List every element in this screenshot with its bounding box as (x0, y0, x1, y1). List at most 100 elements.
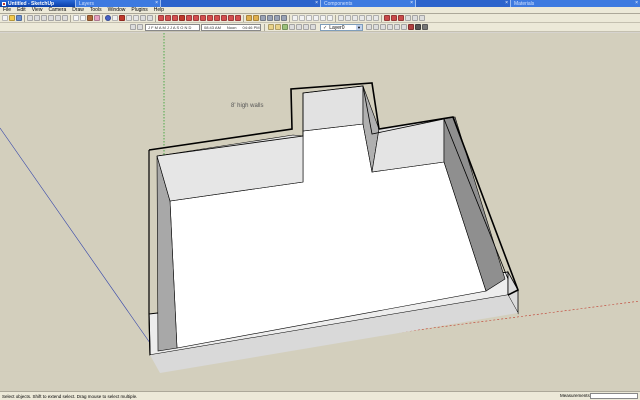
section-cut-icon[interactable] (398, 15, 404, 21)
zoom-window-icon[interactable] (267, 15, 273, 21)
shadow-date-slider[interactable]: J F M A M J J A S O N D (145, 24, 200, 31)
add-location-icon[interactable] (289, 24, 295, 30)
erase-icon[interactable] (48, 15, 54, 21)
tab-layers[interactable]: Layers × (75, 0, 160, 7)
menu-file[interactable]: File (0, 7, 14, 13)
close-icon[interactable]: × (155, 0, 158, 6)
top-view-icon[interactable] (299, 15, 305, 21)
menu-window[interactable]: Window (105, 7, 129, 13)
xray-icon[interactable] (338, 15, 344, 21)
redo-icon[interactable] (62, 15, 68, 21)
eraser-icon[interactable] (94, 15, 100, 21)
chevron-down-icon[interactable]: ▼ (356, 25, 362, 30)
follow-me-icon[interactable] (179, 15, 185, 21)
paste-icon[interactable] (41, 15, 47, 21)
freehand-icon[interactable] (147, 15, 153, 21)
shadow-settings-icon[interactable] (137, 24, 143, 30)
styles-icon[interactable] (415, 24, 421, 30)
paint-bucket-icon[interactable] (87, 15, 93, 21)
position-camera-icon[interactable] (419, 15, 425, 21)
open-folder-icon[interactable] (9, 15, 15, 21)
make-component-icon[interactable] (80, 15, 86, 21)
line-pencil-icon[interactable] (119, 15, 125, 21)
layer-dropdown[interactable]: ✓ Layer0 ▼ (320, 24, 363, 31)
save-icon[interactable] (16, 15, 22, 21)
menu-plugins[interactable]: Plugins (128, 7, 150, 13)
previous-view-icon[interactable] (274, 15, 280, 21)
menu-draw[interactable]: Draw (69, 7, 87, 13)
pan-icon[interactable] (253, 15, 259, 21)
zoom-extents-icon[interactable] (281, 15, 287, 21)
close-icon[interactable]: × (635, 0, 638, 6)
scale-icon[interactable] (186, 15, 192, 21)
measurements-input[interactable] (590, 393, 638, 399)
section-display-icon[interactable] (391, 15, 397, 21)
orbit-icon[interactable] (105, 15, 111, 21)
hidden-line-icon[interactable] (352, 15, 358, 21)
entity-info-icon[interactable] (380, 24, 386, 30)
sandbox-icon[interactable] (408, 24, 414, 30)
new-file-icon[interactable] (2, 15, 8, 21)
cut-icon[interactable] (27, 15, 33, 21)
tab-blank[interactable]: × (160, 0, 320, 7)
3d-text-icon[interactable] (235, 15, 241, 21)
rectangle-icon[interactable] (112, 15, 118, 21)
select-arrow-icon[interactable] (73, 15, 79, 21)
close-icon[interactable]: × (410, 0, 413, 6)
undo-icon[interactable] (55, 15, 61, 21)
layer-manager-icon[interactable] (366, 24, 372, 30)
tab-components[interactable]: Components × (320, 0, 415, 7)
wireframe-icon[interactable] (345, 15, 351, 21)
zoom-icon[interactable] (260, 15, 266, 21)
menu-view[interactable]: View (29, 7, 46, 13)
google-earth-icon[interactable] (282, 24, 288, 30)
wall-height-note[interactable]: 8' high walls (231, 103, 264, 109)
look-around-icon[interactable] (412, 15, 418, 21)
tab-blank-2[interactable]: × (415, 0, 510, 7)
soften-edges-icon[interactable] (387, 24, 393, 30)
rotate-icon[interactable] (172, 15, 178, 21)
menu-help[interactable]: Help (151, 7, 167, 13)
fog-icon[interactable] (394, 24, 400, 30)
menu-edit[interactable]: Edit (14, 7, 29, 13)
get-models-icon[interactable] (268, 24, 274, 30)
scenes-icon[interactable] (422, 24, 428, 30)
menu-tools[interactable]: Tools (87, 7, 105, 13)
front-view-icon[interactable] (306, 15, 312, 21)
iso-view-icon[interactable] (292, 15, 298, 21)
orbit-tool-icon[interactable] (246, 15, 252, 21)
shadows-toggle-icon[interactable] (130, 24, 136, 30)
modeling-viewport[interactable]: 8' high walls (0, 33, 640, 391)
close-icon[interactable]: × (505, 0, 508, 6)
text-icon[interactable] (221, 15, 227, 21)
arc-icon[interactable] (133, 15, 139, 21)
offset-icon[interactable] (193, 15, 199, 21)
copy-icon[interactable] (34, 15, 40, 21)
tab-materials[interactable]: Materials × (510, 0, 640, 7)
toggle-terrain-icon[interactable] (296, 24, 302, 30)
back-view-icon[interactable] (320, 15, 326, 21)
shaded-textures-icon[interactable] (366, 15, 372, 21)
dimension-icon[interactable] (207, 15, 213, 21)
push-pull-icon[interactable] (165, 15, 171, 21)
right-view-icon[interactable] (313, 15, 319, 21)
walk-icon[interactable] (405, 15, 411, 21)
layers-manager-icon[interactable] (310, 24, 316, 30)
share-model-icon[interactable] (275, 24, 281, 30)
protractor-icon[interactable] (214, 15, 220, 21)
axes-icon[interactable] (228, 15, 234, 21)
left-view-icon[interactable] (327, 15, 333, 21)
shaded-icon[interactable] (359, 15, 365, 21)
shadow-time-slider[interactable]: 08:43 AM Noon 04:46 PM (201, 24, 261, 31)
menu-camera[interactable]: Camera (45, 7, 69, 13)
circle-icon[interactable] (126, 15, 132, 21)
tape-measure-icon[interactable] (200, 15, 206, 21)
match-photo-icon[interactable] (401, 24, 407, 30)
section-plane-icon[interactable] (384, 15, 390, 21)
close-icon[interactable]: × (315, 0, 318, 6)
outliner-icon[interactable] (373, 24, 379, 30)
polygon-icon[interactable] (140, 15, 146, 21)
move-icon[interactable] (158, 15, 164, 21)
monochrome-icon[interactable] (373, 15, 379, 21)
photo-textures-icon[interactable] (303, 24, 309, 30)
